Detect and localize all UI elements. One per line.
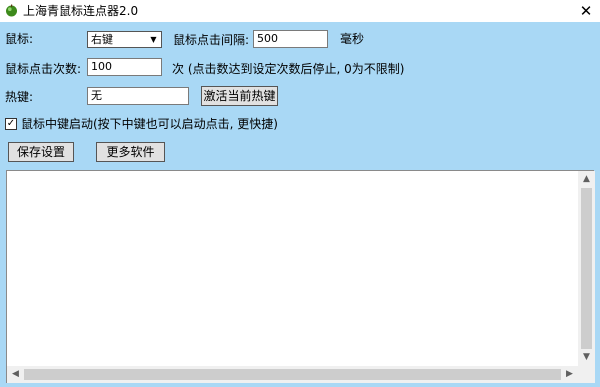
chevron-down-icon[interactable]: ▼ — [146, 32, 161, 47]
middle-button-start-label: 鼠标中键启动 — [21, 117, 94, 131]
click-count-label: 鼠标点击次数: — [5, 62, 82, 76]
triangle-down-icon[interactable]: ▼ — [578, 349, 595, 366]
output-textarea[interactable]: ▲ ▼ ◀ ▶ — [6, 170, 595, 383]
mouse-button-value: 右键 — [91, 33, 113, 46]
mouse-button-select[interactable]: 右键 ▼ — [87, 31, 162, 48]
click-interval-label: 鼠标点击间隔: — [173, 33, 250, 47]
vertical-scroll-thumb[interactable] — [581, 188, 592, 349]
middle-button-start-checkbox[interactable]: ✓ — [5, 118, 17, 130]
checkmark-icon: ✓ — [6, 118, 16, 129]
click-interval-input[interactable]: 500 — [253, 30, 328, 48]
settings-panel: 鼠标: 右键 ▼ 鼠标点击间隔: 500 毫秒 鼠标点击次数: 100 次 (点… — [0, 22, 600, 387]
mouse-button-label: 鼠标: — [5, 32, 34, 46]
hotkey-input[interactable]: 无 — [87, 87, 189, 105]
interval-unit-label: 毫秒 — [340, 32, 365, 46]
vertical-scrollbar[interactable]: ▲ ▼ — [578, 171, 595, 366]
scrollbar-corner — [578, 366, 595, 383]
horizontal-scroll-thumb[interactable] — [24, 369, 561, 380]
close-button[interactable]: ✕ — [576, 2, 596, 20]
window-title: 上海青鼠标连点器2.0 — [23, 4, 139, 18]
triangle-left-icon[interactable]: ◀ — [7, 366, 24, 383]
main-window: 上海青鼠标连点器2.0 ✕ 鼠标: 右键 ▼ 鼠标点击间隔: 500 毫秒 鼠标… — [0, 0, 600, 387]
click-count-input[interactable]: 100 — [87, 58, 162, 76]
activate-hotkey-button[interactable]: 激活当前热键 — [201, 86, 278, 106]
title-bar[interactable]: 上海青鼠标连点器2.0 ✕ — [0, 0, 600, 22]
save-settings-button[interactable]: 保存设置 — [8, 142, 74, 162]
horizontal-scrollbar[interactable]: ◀ ▶ — [7, 366, 578, 383]
triangle-right-icon[interactable]: ▶ — [561, 366, 578, 383]
triangle-up-icon[interactable]: ▲ — [578, 171, 595, 188]
more-software-button[interactable]: 更多软件 — [96, 142, 165, 162]
middle-button-start-note: (按下中键也可以启动点击, 更快捷) — [93, 117, 278, 131]
green-ball-icon — [6, 4, 17, 17]
click-count-note: 次 (点击数达到设定次数后停止, 0为不限制) — [172, 62, 405, 76]
hotkey-label: 热键: — [5, 90, 34, 104]
